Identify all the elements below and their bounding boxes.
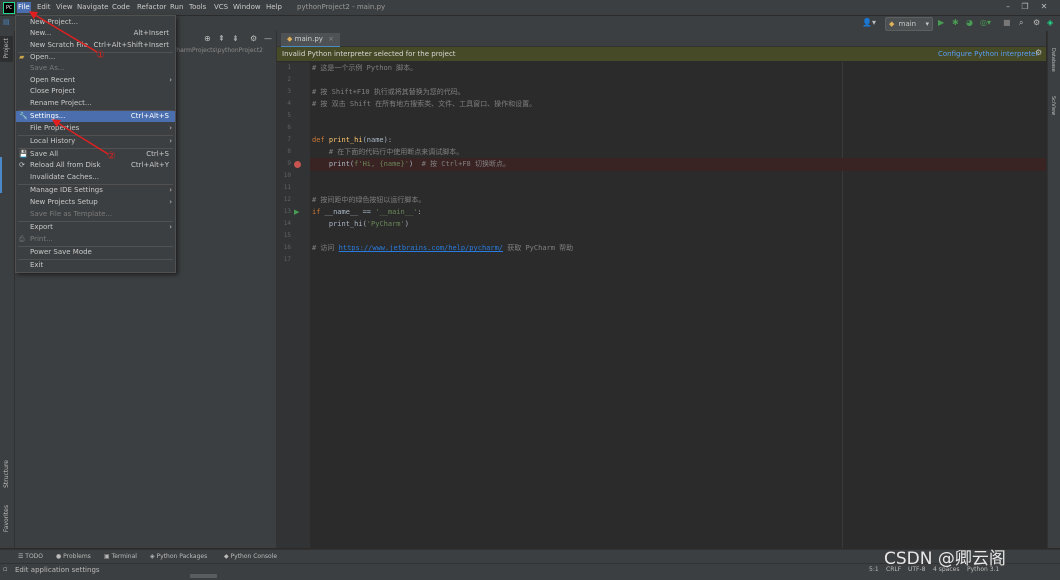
annotation-marker-2: ② <box>107 151 116 162</box>
annotation-arrow <box>28 11 98 53</box>
annotation-marker-1: ① <box>96 50 105 61</box>
annotation-arrow <box>51 119 109 155</box>
annotation-overlay <box>28 11 109 155</box>
